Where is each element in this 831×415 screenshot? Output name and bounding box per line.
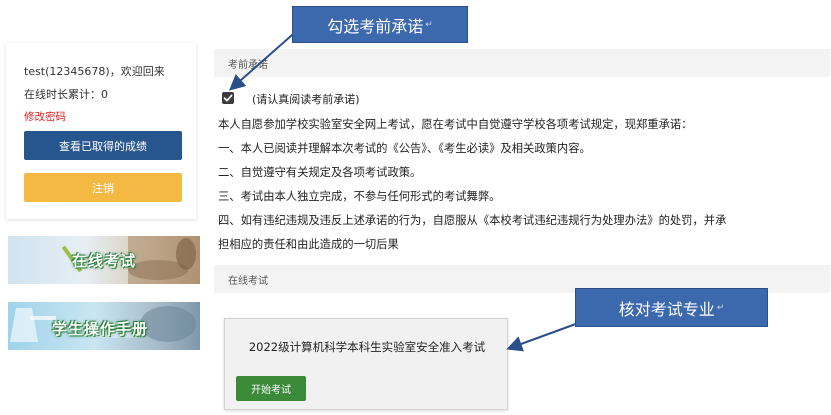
callout-pledge: 勾选考前承诺 ↵	[292, 6, 468, 43]
pledge-arrow	[229, 27, 301, 91]
callout-pledge-text: 勾选考前承诺	[327, 16, 424, 36]
return-mark-icon: ↵	[716, 302, 725, 313]
return-mark-icon: ↵	[425, 19, 433, 30]
annotation-arrows	[229, 27, 615, 352]
callout-major: 核对考试专业 ↵	[575, 288, 768, 327]
callout-major-text: 核对考试专业	[618, 299, 715, 319]
